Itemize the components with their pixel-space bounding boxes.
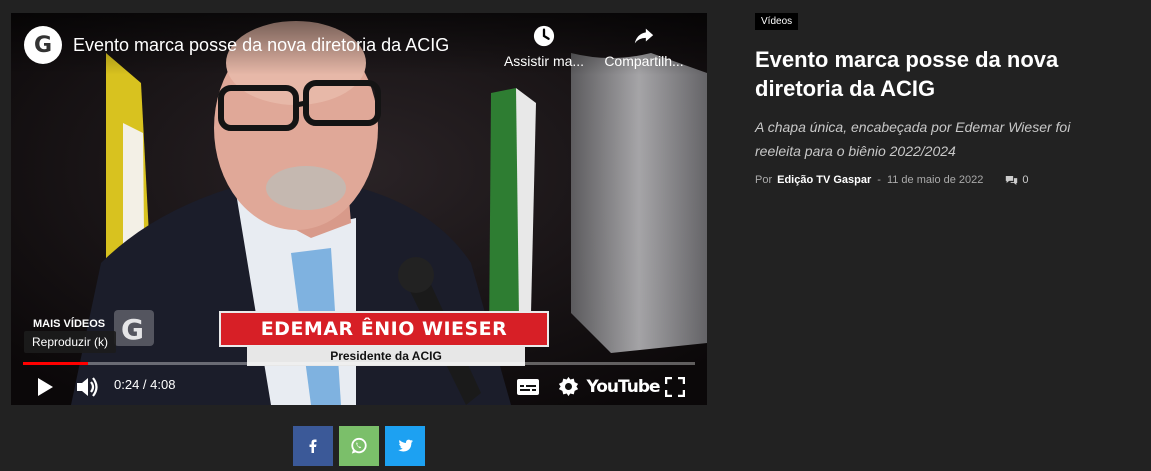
facebook-icon <box>309 439 317 453</box>
comments-count: 0 <box>1022 174 1029 186</box>
whatsapp-icon <box>351 437 367 454</box>
clock-icon <box>533 25 555 47</box>
play-icon <box>38 377 53 396</box>
share-video-button[interactable]: Compartilh... <box>599 25 689 69</box>
volume-icon <box>77 376 98 397</box>
video-title[interactable]: Evento marca posse da nova diretoria da … <box>73 35 449 56</box>
by-label: Por <box>755 174 773 186</box>
channel-logo[interactable]: G <box>24 26 62 64</box>
progress-bar[interactable] <box>23 362 695 365</box>
youtube-wordmark: YouTube <box>586 376 660 397</box>
category-badge[interactable]: Vídeos <box>755 13 799 30</box>
twitter-share-button[interactable] <box>385 426 425 466</box>
volume-button[interactable] <box>75 368 101 405</box>
share-video-label: Compartilh... <box>604 53 684 69</box>
twitter-icon <box>398 439 413 452</box>
share-arrow-icon <box>634 28 654 44</box>
whatsapp-share-button[interactable] <box>339 426 379 466</box>
watch-later-label: Assistir ma... <box>503 53 585 69</box>
more-videos-label[interactable]: MAIS VÍDEOS <box>33 318 105 330</box>
comments-link[interactable]: 0 <box>1005 174 1029 186</box>
settings-button[interactable] <box>556 368 580 405</box>
gear-icon <box>558 376 578 397</box>
article-headline[interactable]: Evento marca posse da nova diretoria da … <box>755 45 1095 103</box>
article-meta: Por Edição TV Gaspar - 11 de maio de 202… <box>755 174 1029 186</box>
time-display: 0:24 / 4:08 <box>114 377 176 392</box>
youtube-logo-button[interactable]: YouTube <box>586 368 660 405</box>
play-tooltip: Reproduzir (k) <box>24 331 117 353</box>
progress-fill <box>23 362 89 365</box>
subtitles-button[interactable] <box>516 368 540 405</box>
video-controls: 0:24 / 4:08 YouTube <box>11 368 707 405</box>
video-player[interactable]: G G Evento marca posse da nova diretoria… <box>11 13 707 405</box>
publish-date: 11 de maio de 2022 <box>886 174 984 186</box>
channel-logo-letter: G <box>33 32 53 58</box>
svg-text:G: G <box>121 313 144 346</box>
facebook-share-button[interactable] <box>293 426 333 466</box>
subtitles-icon <box>517 378 539 395</box>
article-subheadline: A chapa única, encabeçada por Edemar Wie… <box>755 119 1071 159</box>
comments-icon <box>1006 175 1018 185</box>
watch-later-button[interactable]: Assistir ma... <box>499 25 589 69</box>
author-link[interactable]: Edição TV Gaspar <box>777 174 871 186</box>
lower-third-name: EDEMAR ÊNIO WIESER <box>260 318 508 340</box>
fullscreen-button[interactable] <box>663 368 687 405</box>
play-button[interactable] <box>33 368 57 405</box>
fullscreen-icon <box>665 376 685 397</box>
share-buttons <box>293 426 425 466</box>
lower-third-name-banner: EDEMAR ÊNIO WIESER <box>219 311 549 347</box>
meta-separator: - <box>877 174 881 186</box>
